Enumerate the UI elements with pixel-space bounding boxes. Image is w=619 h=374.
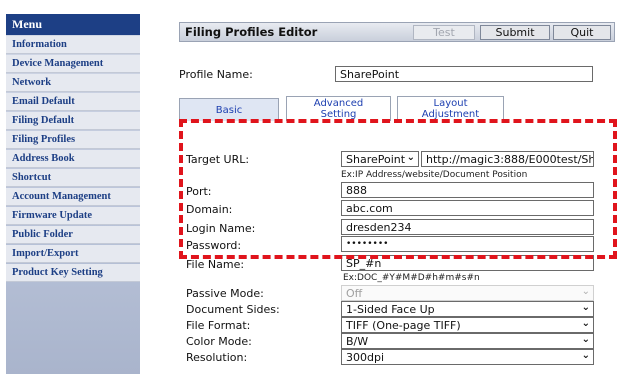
password-field[interactable]: •••••••• <box>341 236 594 252</box>
file-format-label: File Format: <box>186 319 251 332</box>
test-button[interactable]: Test <box>413 25 475 40</box>
menu-item-shortcut[interactable]: Shortcut <box>6 169 140 187</box>
profile-name-field[interactable]: SharePoint <box>335 66 593 82</box>
menu-item-email-default[interactable]: Email Default <box>6 93 140 111</box>
color-mode-label: Color Mode: <box>186 335 252 348</box>
tab-advanced-line2: Setting <box>320 109 357 120</box>
chevron-down-icon: ⌄ <box>581 350 590 361</box>
login-name-field[interactable]: dresden234 <box>341 219 594 235</box>
file-format-value: TIFF (One-page TIFF) <box>346 319 461 332</box>
passive-mode-value: Off <box>346 287 363 300</box>
profile-name-label: Profile Name: <box>179 68 253 81</box>
target-url-type-select[interactable]: SharePoint ⌄ <box>341 151 419 167</box>
document-sides-label: Document Sides: <box>186 303 280 316</box>
quit-button[interactable]: Quit <box>553 25 611 40</box>
editor-title: Filing Profiles Editor <box>185 25 318 39</box>
menu-item-import-export[interactable]: Import/Export <box>6 245 140 263</box>
document-sides-select[interactable]: 1-Sided Face Up ⌄ <box>341 301 594 317</box>
menu-item-firmware-update[interactable]: Firmware Update <box>6 207 140 225</box>
sidebar-menu: Menu Information Device Management Netwo… <box>6 14 140 374</box>
file-format-select[interactable]: TIFF (One-page TIFF) ⌄ <box>341 317 594 333</box>
resolution-value: 300dpi <box>346 351 385 364</box>
menu-item-address-book[interactable]: Address Book <box>6 150 140 168</box>
color-mode-select[interactable]: B/W ⌄ <box>341 333 594 349</box>
port-label: Port: <box>186 185 212 198</box>
tab-advanced-line1: Advanced <box>313 98 364 109</box>
target-url-type-value: SharePoint <box>346 153 406 166</box>
chevron-down-icon: ⌄ <box>581 302 590 313</box>
target-url-hint: Ex:IP Address/website/Document Position <box>341 170 528 180</box>
file-name-label: File Name: <box>186 258 245 271</box>
passive-mode-select[interactable]: Off ⌄ <box>341 285 594 301</box>
document-sides-value: 1-Sided Face Up <box>346 303 435 316</box>
color-mode-value: B/W <box>346 335 369 348</box>
chevron-down-icon: ⌄ <box>406 152 415 163</box>
tab-layout-line1: Layout <box>433 98 468 109</box>
chevron-down-icon: ⌄ <box>581 318 590 329</box>
tab-advanced-setting[interactable]: Advanced Setting <box>286 96 391 121</box>
menu-item-public-folder[interactable]: Public Folder <box>6 226 140 244</box>
menu-item-information[interactable]: Information <box>6 36 140 54</box>
login-name-label: Login Name: <box>186 222 256 235</box>
menu-item-filing-default[interactable]: Filing Default <box>6 112 140 130</box>
file-name-hint: Ex:DOC_#Y#M#D#h#m#s#n <box>343 273 480 283</box>
password-label: Password: <box>186 239 242 252</box>
target-url-label: Target URL: <box>186 153 250 166</box>
menu-header: Menu <box>6 14 140 35</box>
resolution-select[interactable]: 300dpi ⌄ <box>341 349 594 365</box>
menu-item-product-key-setting[interactable]: Product Key Setting <box>6 264 140 282</box>
chevron-down-icon: ⌄ <box>581 334 590 345</box>
chevron-down-icon: ⌄ <box>581 286 590 297</box>
domain-field[interactable]: abc.com <box>341 200 594 216</box>
passive-mode-label: Passive Mode: <box>186 287 264 300</box>
menu-item-account-management[interactable]: Account Management <box>6 188 140 206</box>
tab-basic[interactable]: Basic <box>179 98 279 121</box>
domain-label: Domain: <box>186 203 233 216</box>
menu-item-filing-profiles[interactable]: Filing Profiles <box>6 131 140 149</box>
port-field[interactable]: 888 <box>341 182 594 198</box>
menu-item-device-management[interactable]: Device Management <box>6 55 140 73</box>
menu-item-network[interactable]: Network <box>6 74 140 92</box>
tab-layout-adjustment[interactable]: Layout Adjustment <box>397 96 504 121</box>
submit-button[interactable]: Submit <box>480 25 550 40</box>
tab-layout-line2: Adjustment <box>421 109 480 120</box>
resolution-label: Resolution: <box>186 351 248 364</box>
target-url-field[interactable]: http://magic3:888/E000test/Shared% <box>421 151 594 167</box>
file-name-field[interactable]: SP_#n <box>341 255 594 271</box>
editor-title-bar: Filing Profiles Editor Test Submit Quit <box>179 22 615 42</box>
